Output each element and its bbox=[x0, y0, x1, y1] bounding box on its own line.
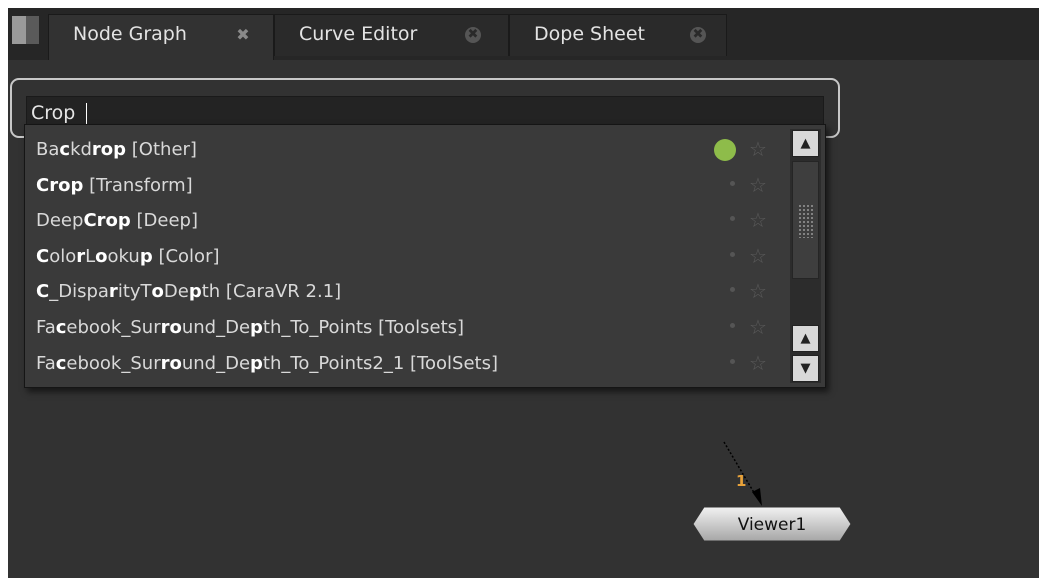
result-text-segment: Crop bbox=[83, 210, 131, 232]
result-text-segment: [Color] bbox=[152, 245, 220, 267]
result-text-segment: p bbox=[188, 281, 202, 303]
result-text-segment: ro bbox=[160, 317, 182, 338]
result-text-segment: C bbox=[36, 281, 50, 303]
result-text-segment: Fa bbox=[36, 317, 56, 338]
star-icon[interactable]: ☆ bbox=[749, 346, 767, 381]
result-text-segment: c bbox=[55, 352, 67, 374]
result-label: Facebook_Surround_Depth_To_Points2_1 [To… bbox=[36, 346, 498, 381]
result-text-segment: und_De bbox=[181, 317, 251, 338]
scrollbar-thumb[interactable] bbox=[792, 161, 819, 279]
result-text-segment: r bbox=[108, 281, 118, 303]
pane-menu-icon[interactable] bbox=[12, 16, 39, 44]
star-icon[interactable]: ☆ bbox=[749, 310, 767, 345]
dot-icon bbox=[730, 358, 735, 364]
star-icon[interactable]: ☆ bbox=[749, 274, 767, 309]
result-text-segment: th [CaraVR 2.1] bbox=[201, 281, 342, 303]
result-text-segment: olo bbox=[49, 245, 77, 267]
result-label: Facebook_Surround_Depth_To_Points [Tools… bbox=[36, 310, 464, 345]
scrollbar[interactable]: ▲ ▲ ▼ bbox=[790, 129, 821, 383]
close-icon[interactable]: ✖ bbox=[465, 27, 481, 43]
tab-bar: Node Graph ✖ Curve Editor ✖ Dope Sheet ✖ bbox=[8, 8, 1039, 60]
result-text-segment: kd bbox=[70, 139, 92, 160]
tab-dope-sheet[interactable]: Dope Sheet ✖ bbox=[509, 14, 727, 56]
result-text-segment: ebook_Sur bbox=[66, 317, 161, 338]
result-text-segment: oku bbox=[107, 245, 140, 267]
result-text-segment: C bbox=[36, 245, 50, 267]
star-icon[interactable]: ☆ bbox=[749, 203, 767, 238]
result-item[interactable]: Facebook_Surround_Depth_To_Points [Tools… bbox=[25, 310, 785, 345]
result-text-segment: rop bbox=[91, 139, 127, 160]
pipe-input-number: 1 bbox=[736, 472, 747, 490]
result-text-segment: th_To_Points2_1 [ToolSets] bbox=[262, 352, 498, 374]
close-icon[interactable]: ✖ bbox=[235, 27, 251, 43]
scroll-up-button[interactable]: ▲ bbox=[792, 130, 819, 157]
result-label: Crop [Transform] bbox=[36, 168, 193, 203]
result-text-segment: c bbox=[59, 139, 71, 160]
node-graph-window: Node Graph ✖ Curve Editor ✖ Dope Sheet ✖… bbox=[8, 8, 1039, 578]
result-text-segment: Fa bbox=[36, 352, 56, 374]
favorite-dot-icon bbox=[714, 139, 736, 161]
viewer-node[interactable]: Viewer1 bbox=[692, 506, 852, 542]
dot-icon bbox=[730, 180, 735, 186]
result-item[interactable]: Crop [Transform] ☆ bbox=[25, 168, 785, 203]
dot-icon bbox=[730, 251, 735, 257]
star-icon[interactable]: ☆ bbox=[749, 132, 767, 167]
result-label: Backdrop [Other] bbox=[36, 132, 197, 167]
result-text-segment: Ba bbox=[36, 139, 60, 160]
tab-label: Node Graph bbox=[73, 23, 187, 45]
dot-icon bbox=[730, 216, 735, 222]
result-text-segment: p bbox=[250, 317, 263, 338]
text-caret bbox=[86, 103, 87, 125]
result-text-segment: r bbox=[76, 245, 86, 267]
result-text-segment: o bbox=[95, 245, 108, 267]
star-icon[interactable]: ☆ bbox=[749, 239, 767, 274]
result-text-segment: _Dispa bbox=[49, 281, 109, 303]
tab-curve-editor[interactable]: Curve Editor ✖ bbox=[274, 14, 509, 56]
result-item[interactable]: DeepCrop [Deep] ☆ bbox=[25, 203, 785, 238]
result-text-segment: [Deep] bbox=[130, 210, 198, 232]
result-text-segment: ityT bbox=[117, 281, 152, 303]
result-text-segment: th_To_Points [Toolsets] bbox=[262, 317, 465, 338]
result-text-segment: [Other] bbox=[126, 139, 197, 160]
result-text-segment: [Transform] bbox=[83, 174, 193, 196]
result-item[interactable]: C_DisparityToDepth [CaraVR 2.1] ☆ bbox=[25, 274, 785, 309]
result-text-segment: De bbox=[163, 281, 189, 303]
result-label: ColorLookup [Color] bbox=[36, 239, 220, 274]
result-label: C_DisparityToDepth [CaraVR 2.1] bbox=[36, 274, 341, 309]
star-icon[interactable]: ☆ bbox=[749, 168, 767, 203]
dot-icon bbox=[730, 323, 735, 328]
result-text-segment: o bbox=[151, 281, 164, 303]
result-label: DeepCrop [Deep] bbox=[36, 203, 198, 238]
result-text-segment: p bbox=[250, 352, 263, 374]
result-text-segment: L bbox=[85, 245, 96, 267]
result-item[interactable]: Backdrop [Other] ☆ bbox=[25, 132, 785, 167]
result-item[interactable]: ColorLookup [Color] ☆ bbox=[25, 239, 785, 274]
search-results-list: Backdrop [Other] ☆ Crop [Transform] ☆ DeepCr… bbox=[24, 124, 826, 388]
result-text-segment: Deep bbox=[36, 210, 84, 232]
result-text-segment: und_De bbox=[181, 352, 251, 374]
scroll-down-button[interactable]: ▼ bbox=[792, 355, 819, 382]
tab-label: Curve Editor bbox=[299, 23, 418, 45]
node-label: Viewer1 bbox=[737, 515, 807, 535]
result-item[interactable]: Facebook_Surround_Depth_To_Points2_1 [To… bbox=[25, 346, 785, 381]
result-text-segment: Crop bbox=[36, 174, 84, 196]
scroll-up-button[interactable]: ▲ bbox=[792, 325, 819, 352]
close-icon[interactable]: ✖ bbox=[690, 27, 706, 43]
grip-icon bbox=[798, 204, 813, 238]
tab-node-graph[interactable]: Node Graph ✖ bbox=[48, 14, 274, 60]
result-text-segment: p bbox=[139, 245, 153, 267]
result-text-segment: ebook_Sur bbox=[66, 352, 161, 374]
result-text-segment: c bbox=[55, 317, 67, 338]
dot-icon bbox=[730, 287, 735, 293]
result-text-segment: ro bbox=[160, 352, 182, 374]
tab-label: Dope Sheet bbox=[534, 23, 645, 45]
